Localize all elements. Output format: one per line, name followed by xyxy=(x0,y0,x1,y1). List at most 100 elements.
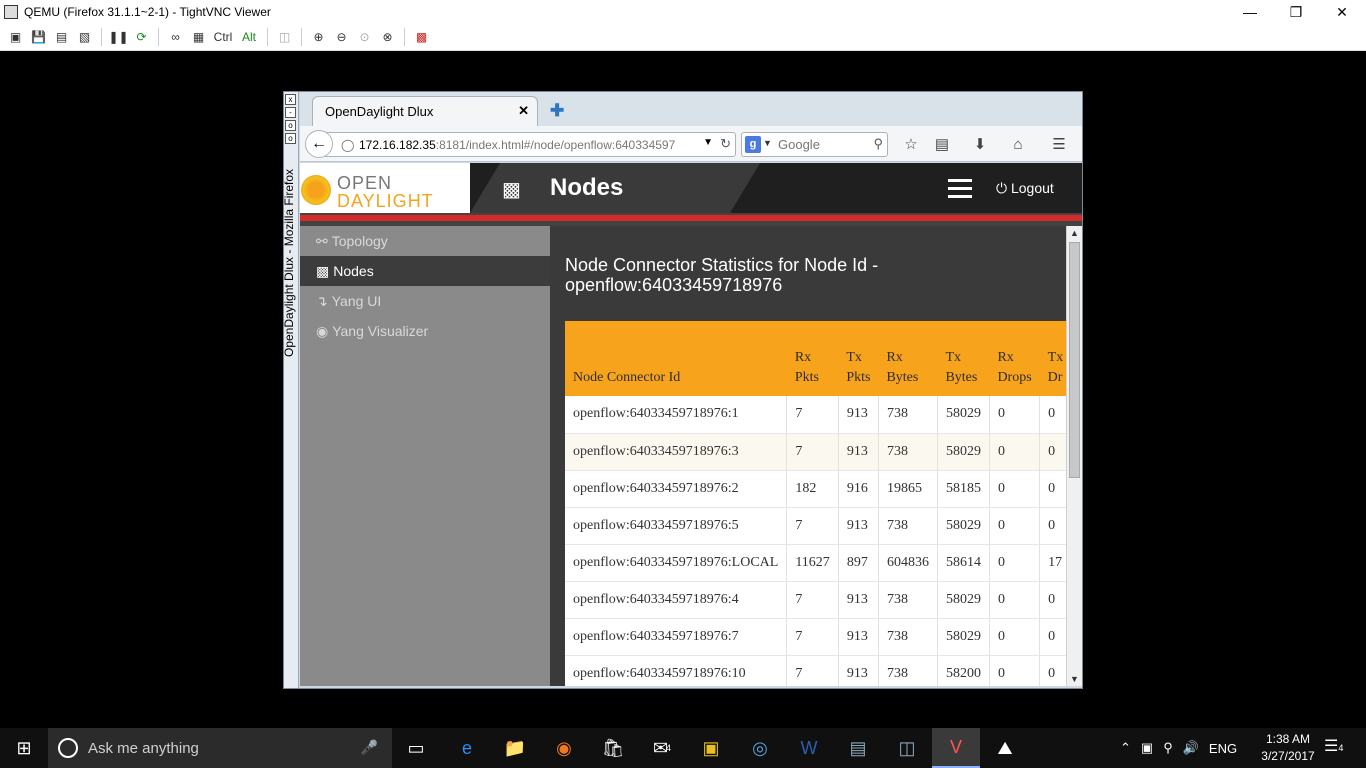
network-app-icon[interactable]: ◫ xyxy=(883,728,931,768)
page-scrollbar[interactable]: ▲ ▼ xyxy=(1066,226,1082,686)
refresh-icon[interactable]: ⟳ xyxy=(132,28,151,47)
action-center-icon[interactable]: ☰4 xyxy=(1324,736,1343,756)
tab-close-icon[interactable]: ✕ xyxy=(518,103,529,119)
back-button[interactable]: ← xyxy=(305,130,333,158)
windows-start-button[interactable]: ⊞ xyxy=(0,728,48,768)
engine-dropdown-icon[interactable]: ▼ xyxy=(763,138,772,148)
ctrl-key-button[interactable]: Ctrl xyxy=(212,28,234,47)
bookmark-star-icon[interactable]: ☆ xyxy=(900,133,922,155)
fullscreen-icon[interactable]: ▩ xyxy=(412,28,431,47)
browser-tab[interactable]: OpenDaylight Dlux ✕ xyxy=(312,96,538,126)
firefox-icon[interactable]: ◉ xyxy=(540,728,588,768)
photos-icon[interactable]: ⛰ xyxy=(981,728,1029,768)
file-explorer-icon[interactable]: 📁 xyxy=(491,728,539,768)
scroll-down-icon[interactable]: ▼ xyxy=(1067,672,1082,686)
chevron-up-icon[interactable]: ⌃ xyxy=(1120,740,1131,756)
ctrl-esc-icon[interactable]: ▦ xyxy=(189,28,208,47)
store-icon[interactable]: 🛍 xyxy=(589,728,637,768)
photo-viewer-icon[interactable]: ▤ xyxy=(834,728,882,768)
column-header[interactable]: Rx Drops xyxy=(989,321,1040,396)
table-row: openflow:64033459718976:10 7 913 738 58200 0 0 xyxy=(565,655,1066,686)
odl-logo[interactable]: OPEN DAYLIGHT xyxy=(300,163,470,213)
table-cell: 0 xyxy=(1039,618,1066,656)
column-header[interactable]: Tx Dr xyxy=(1039,321,1066,396)
taskbar-clock[interactable]: 1:38 AM 3/27/2017 xyxy=(1256,731,1320,765)
toolbar-separator xyxy=(267,28,268,46)
sidebar-item-topology[interactable]: ⚯ Topology xyxy=(300,226,550,256)
scroll-up-icon[interactable]: ▲ xyxy=(1067,226,1082,240)
maximize-icon[interactable]: o xyxy=(285,120,296,131)
cortana-search-box[interactable]: Ask me anything 🎤 xyxy=(48,728,392,768)
downloads-icon[interactable]: ⬇ xyxy=(969,133,991,155)
minimize-icon[interactable]: - xyxy=(285,107,296,118)
sidebar-nav: ⚯ Topology ▩ Nodes ↴ Yang UI ◉ Yang Visu… xyxy=(300,226,550,686)
firefox-window-title: OpenDaylight Dlux - Mozilla Firefox xyxy=(282,168,296,357)
logout-button[interactable]: ⏻ Logout xyxy=(996,180,1054,197)
scrollbar-thumb[interactable] xyxy=(1069,242,1080,478)
new-tab-icon[interactable]: ✚ xyxy=(550,101,564,121)
close-icon[interactable]: x xyxy=(285,94,296,105)
search-icon[interactable]: ⚲ xyxy=(873,136,883,152)
transfer-files-icon[interactable]: ◫ xyxy=(275,28,294,47)
table-row: openflow:64033459718976:4 7 913 738 58029 0 0 xyxy=(565,581,1066,619)
table-row: openflow:64033459718976:1 7 913 738 58029 0 0 xyxy=(565,396,1066,434)
url-dropdown-icon[interactable]: ▼ xyxy=(703,137,713,148)
tightvnc-icon[interactable]: V xyxy=(932,728,980,768)
close-button[interactable]: ✕ xyxy=(1319,0,1365,24)
home-icon[interactable]: ⌂ xyxy=(1007,133,1029,155)
hamburger-menu-icon[interactable] xyxy=(948,179,972,199)
zoom-out-icon[interactable]: ⊖ xyxy=(332,28,351,47)
vnc-app-icon xyxy=(4,5,18,19)
toolbar-separator xyxy=(404,28,405,46)
save-icon[interactable]: 💾 xyxy=(29,28,48,47)
zoom-fit-icon[interactable]: ⊗ xyxy=(378,28,397,47)
table-cell: 0 xyxy=(1039,470,1066,508)
shade-icon[interactable]: o xyxy=(285,133,296,144)
column-header[interactable]: Tx Pkts xyxy=(838,321,879,396)
url-bar[interactable]: ◯ 172.16.182.35:8181/index.html#/node/op… xyxy=(322,132,736,157)
sidebar-item-nodes[interactable]: ▩ Nodes xyxy=(300,256,550,286)
new-connection-icon[interactable]: ▣ xyxy=(6,28,25,47)
search-box[interactable]: g ▼ Google ⚲ xyxy=(741,132,888,157)
chrome-icon[interactable]: ◎ xyxy=(736,728,784,768)
mail-icon[interactable]: ✉ 4 xyxy=(638,728,686,768)
vm-app-icon[interactable]: ▣ xyxy=(687,728,735,768)
options-icon[interactable]: ▤ xyxy=(52,28,71,47)
menu-icon[interactable]: ☰ xyxy=(1048,133,1070,155)
table-cell: 0 xyxy=(989,544,1041,582)
word-icon[interactable]: W xyxy=(785,728,833,768)
volume-icon[interactable]: 🔊 xyxy=(1183,740,1199,756)
sidebar-item-yang-visualizer[interactable]: ◉ Yang Visualizer xyxy=(300,316,550,346)
eye-icon: ◉ xyxy=(316,322,329,339)
zoom-100-icon[interactable]: ⊙ xyxy=(355,28,374,47)
info-icon[interactable]: ▧ xyxy=(75,28,94,47)
ctrl-alt-del-icon[interactable]: ∞ xyxy=(166,28,185,47)
windows-taskbar: ⊞ Ask me anything 🎤 ▭ e 📁 ◉ 🛍 ✉ 4 ▣ ◎ W ▤… xyxy=(0,728,1366,768)
table-row: openflow:64033459718976:2 182 916 19865 5818… xyxy=(565,470,1066,508)
zoom-in-icon[interactable]: ⊕ xyxy=(309,28,328,47)
google-engine-icon[interactable]: g xyxy=(745,136,761,153)
column-header[interactable]: Node Connector Id xyxy=(565,321,787,396)
alt-key-button[interactable]: Alt xyxy=(238,28,260,47)
search-placeholder: Google xyxy=(778,137,820,152)
reload-icon[interactable]: ↻ xyxy=(720,136,731,152)
edge-icon[interactable]: e xyxy=(443,728,491,768)
minimize-button[interactable]: — xyxy=(1227,0,1273,24)
restore-button[interactable]: ❐ xyxy=(1273,0,1319,24)
toolbar-separator xyxy=(101,28,102,46)
network-icon[interactable]: ⚲ xyxy=(1163,740,1173,756)
sidebar-item-label: Yang Visualizer xyxy=(332,323,429,339)
table-cell: 738 xyxy=(878,433,938,471)
column-header[interactable]: Rx Pkts xyxy=(786,321,839,396)
microphone-icon[interactable]: 🎤 xyxy=(361,739,378,756)
pause-icon[interactable]: ❚❚ xyxy=(108,28,128,47)
sidebar-item-yang-ui[interactable]: ↴ Yang UI xyxy=(300,286,550,316)
battery-icon[interactable]: ▣ xyxy=(1141,740,1153,756)
column-header[interactable]: Tx Bytes xyxy=(937,321,990,396)
column-header[interactable]: Rx Bytes xyxy=(878,321,938,396)
opendaylight-logo-icon xyxy=(301,175,331,205)
table-cell: 58185 xyxy=(937,470,990,508)
bookmarks-menu-icon[interactable]: ▤ xyxy=(931,133,953,155)
language-indicator[interactable]: ENG xyxy=(1209,741,1237,756)
task-view-icon[interactable]: ▭ xyxy=(392,728,440,768)
